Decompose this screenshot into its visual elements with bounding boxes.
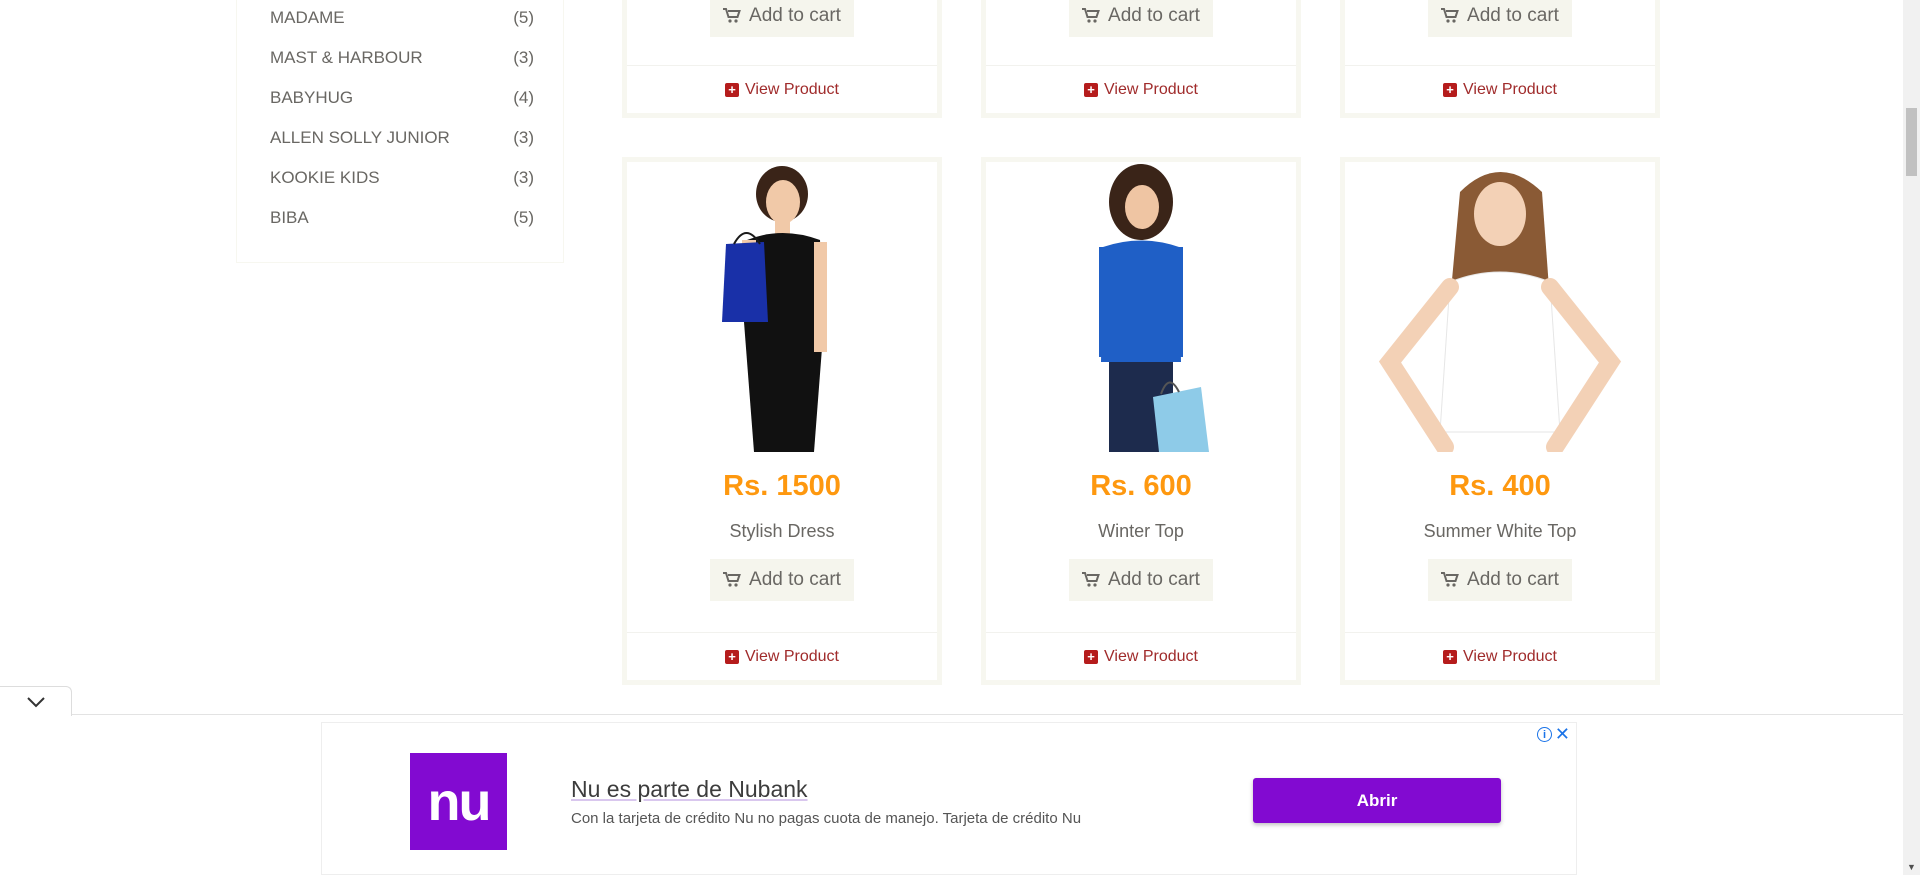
brand-name: ALLEN SOLLY JUNIOR — [270, 128, 450, 147]
add-to-cart-label: Add to cart — [1467, 569, 1559, 590]
view-product-label: View Product — [1463, 648, 1557, 665]
view-product-label: View Product — [1104, 648, 1198, 665]
add-to-cart-button[interactable]: Add to cart — [1069, 559, 1213, 601]
brand-item-biba[interactable]: BIBA (5) — [270, 198, 534, 238]
view-product-label: View Product — [745, 81, 839, 98]
brand-name: BABYHUG — [270, 88, 354, 107]
product-name: Summer White Top — [1423, 521, 1577, 541]
brand-item-madame[interactable]: MADAME (5) — [270, 0, 534, 38]
brand-count: (3) — [513, 168, 534, 187]
cart-icon — [723, 8, 741, 23]
view-product-label: View Product — [1104, 81, 1198, 98]
product-image[interactable] — [627, 162, 937, 452]
plus-square-icon: + — [1443, 83, 1457, 97]
cart-icon — [1082, 572, 1100, 587]
brand-count: (3) — [513, 48, 534, 67]
plus-square-icon: + — [1084, 83, 1098, 97]
brand-count: (3) — [513, 128, 534, 147]
ad-banner[interactable]: i ✕ nu Nu es parte de Nubank Con la tarj… — [321, 722, 1577, 875]
ad-title[interactable]: Nu es parte de Nubank — [571, 776, 808, 803]
chevron-down-icon — [26, 696, 45, 707]
add-to-cart-label: Add to cart — [1108, 5, 1200, 26]
view-product-link[interactable]: + View Product — [627, 65, 937, 114]
product-image[interactable] — [986, 162, 1296, 452]
product-card: Add to cart + View Product — [981, 0, 1301, 118]
brand-item-allen-solly-junior[interactable]: ALLEN SOLLY JUNIOR (3) — [270, 118, 534, 158]
brand-name: MAST & HARBOUR — [270, 48, 423, 67]
brand-count: (5) — [513, 208, 534, 227]
view-product-label: View Product — [745, 648, 839, 665]
view-product-link[interactable]: + View Product — [986, 65, 1296, 114]
plus-square-icon: + — [1084, 650, 1098, 664]
view-product-link[interactable]: + View Product — [1345, 65, 1655, 114]
brand-name: MADAME — [270, 8, 345, 27]
product-card: Add to cart + View Product — [622, 0, 942, 118]
view-product-link[interactable]: + View Product — [1345, 632, 1655, 681]
cart-icon — [1082, 8, 1100, 23]
cart-icon — [723, 572, 741, 587]
product-price: Rs. 600 — [1090, 470, 1192, 502]
add-to-cart-label: Add to cart — [1108, 569, 1200, 590]
product-card-summer-white-top: Rs. 400 Summer White Top Add to cart + V… — [1340, 157, 1660, 685]
ad-divider — [0, 714, 1903, 715]
cart-icon — [1441, 8, 1459, 23]
add-to-cart-button[interactable]: Add to cart — [710, 559, 854, 601]
woman-blue-sweater-image — [1099, 164, 1209, 452]
add-to-cart-button[interactable]: Add to cart — [710, 0, 854, 37]
product-image[interactable] — [1345, 162, 1655, 452]
product-card: Add to cart + View Product — [1340, 0, 1660, 118]
plus-square-icon: + — [1443, 650, 1457, 664]
add-to-cart-button[interactable]: Add to cart — [1069, 0, 1213, 37]
scroll-down-arrow-icon[interactable]: ▼ — [1903, 858, 1920, 875]
scroll-up-arrow[interactable] — [1903, 0, 1920, 17]
page-scrollbar[interactable]: ▼ — [1903, 0, 1920, 875]
brand-item-babyhug[interactable]: BABYHUG (4) — [270, 78, 534, 118]
product-card-winter-top: Rs. 600 Winter Top Add to cart + View Pr… — [981, 157, 1301, 685]
product-price: Rs. 400 — [1449, 470, 1551, 502]
brand-item-mast-harbour[interactable]: MAST & HARBOUR (3) — [270, 38, 534, 78]
plus-square-icon: + — [725, 83, 739, 97]
add-to-cart-button[interactable]: Add to cart — [1428, 0, 1572, 37]
scroll-thumb[interactable] — [1906, 108, 1917, 176]
view-product-link[interactable]: + View Product — [627, 632, 937, 681]
product-card-stylish-dress: Rs. 1500 Stylish Dress Add to cart + Vie… — [622, 157, 942, 685]
nubank-logo[interactable]: nu — [410, 753, 507, 850]
brand-count: (5) — [513, 8, 534, 27]
brands-panel: MADAME (5) MAST & HARBOUR (3) BABYHUG (4… — [236, 0, 564, 263]
add-to-cart-label: Add to cart — [1467, 5, 1559, 26]
ad-collapse-button[interactable] — [0, 686, 72, 716]
woman-black-dress-image — [722, 166, 827, 452]
girl-white-tshirt-image — [1378, 172, 1622, 452]
add-to-cart-button[interactable]: Add to cart — [1428, 559, 1572, 601]
view-product-link[interactable]: + View Product — [986, 632, 1296, 681]
brand-name: BIBA — [270, 208, 309, 227]
product-name: Winter Top — [1098, 521, 1184, 541]
plus-square-icon: + — [725, 650, 739, 664]
cart-icon — [1441, 572, 1459, 587]
product-price: Rs. 1500 — [723, 470, 841, 502]
ad-info-icon[interactable]: i — [1537, 727, 1552, 742]
brand-item-kookie-kids[interactable]: KOOKIE KIDS (3) — [270, 158, 534, 198]
ad-open-button[interactable]: Abrir — [1253, 778, 1501, 823]
brand-count: (4) — [513, 88, 534, 107]
brand-name: KOOKIE KIDS — [270, 168, 380, 187]
ad-close-icon[interactable]: ✕ — [1555, 725, 1570, 743]
view-product-label: View Product — [1463, 81, 1557, 98]
product-name: Stylish Dress — [729, 521, 835, 541]
ad-description: Con la tarjeta de crédito Nu no pagas cu… — [571, 810, 1082, 827]
add-to-cart-label: Add to cart — [749, 569, 841, 590]
add-to-cart-label: Add to cart — [749, 5, 841, 26]
